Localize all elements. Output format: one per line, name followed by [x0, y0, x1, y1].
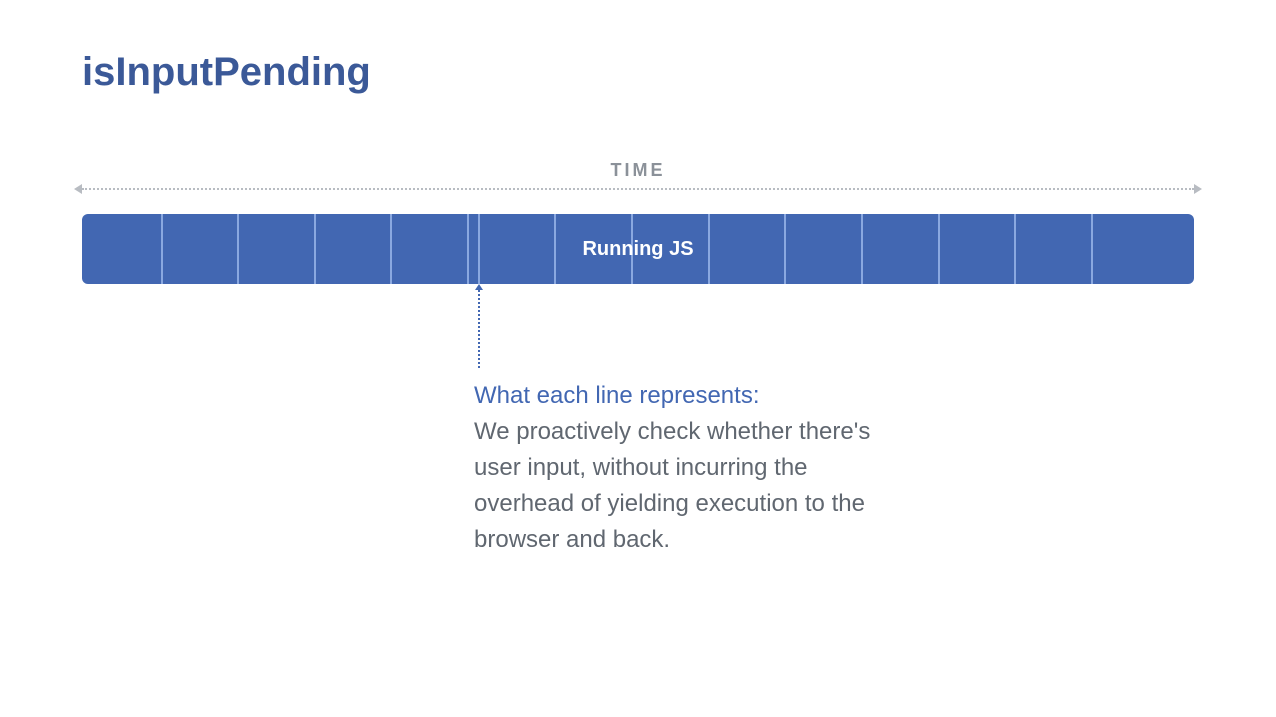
annotation-pointer — [478, 290, 480, 368]
bar-divider — [784, 214, 786, 284]
bar-divider — [861, 214, 863, 284]
bar-divider — [1014, 214, 1016, 284]
running-js-bar: Running JS — [82, 214, 1194, 284]
bar-divider — [390, 214, 392, 284]
bar-divider — [1091, 214, 1093, 284]
bar-divider — [237, 214, 239, 284]
bar-divider — [478, 214, 480, 284]
page-title: isInputPending — [82, 50, 371, 95]
bar-label: Running JS — [582, 238, 693, 261]
annotation-heading: What each line represents: — [474, 378, 894, 414]
annotation-body: We proactively check whether there's use… — [474, 414, 894, 558]
time-axis-label: TIME — [611, 160, 666, 181]
bar-divider — [708, 214, 710, 284]
bar-divider — [938, 214, 940, 284]
bar-divider — [554, 214, 556, 284]
annotation-block: What each line represents: We proactivel… — [474, 378, 894, 558]
bar-divider — [467, 214, 469, 284]
time-axis — [82, 188, 1194, 190]
bar-divider — [161, 214, 163, 284]
bar-divider — [314, 214, 316, 284]
